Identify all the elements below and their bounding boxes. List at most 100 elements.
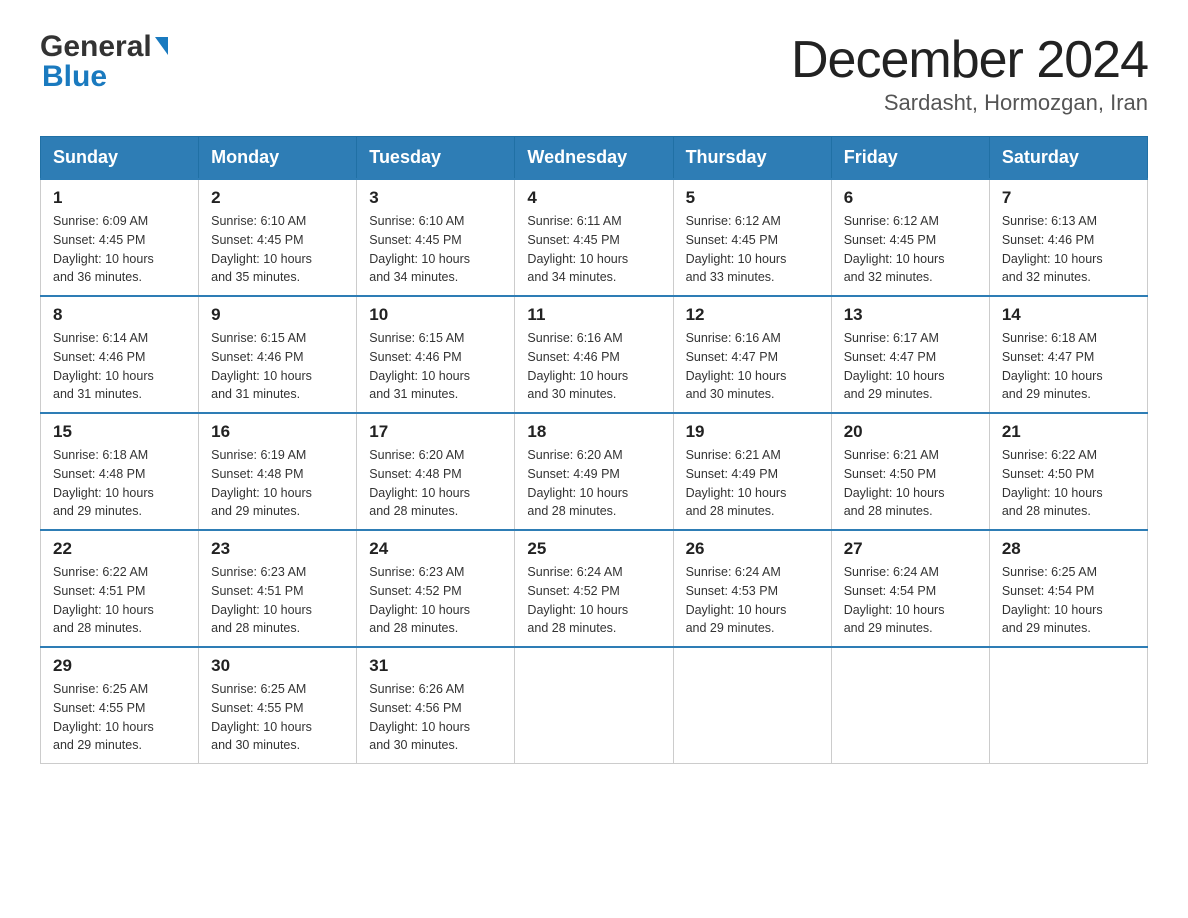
day-cell: 20 Sunrise: 6:21 AM Sunset: 4:50 PM Dayl… — [831, 413, 989, 530]
weekday-header-row: SundayMondayTuesdayWednesdayThursdayFrid… — [41, 137, 1148, 180]
day-info: Sunrise: 6:15 AM Sunset: 4:46 PM Dayligh… — [211, 329, 344, 404]
day-cell: 30 Sunrise: 6:25 AM Sunset: 4:55 PM Dayl… — [199, 647, 357, 764]
day-info: Sunrise: 6:25 AM Sunset: 4:55 PM Dayligh… — [53, 680, 186, 755]
day-info: Sunrise: 6:21 AM Sunset: 4:50 PM Dayligh… — [844, 446, 977, 521]
day-cell: 16 Sunrise: 6:19 AM Sunset: 4:48 PM Dayl… — [199, 413, 357, 530]
day-number: 31 — [369, 656, 502, 676]
weekday-header-sunday: Sunday — [41, 137, 199, 180]
day-cell: 17 Sunrise: 6:20 AM Sunset: 4:48 PM Dayl… — [357, 413, 515, 530]
day-number: 23 — [211, 539, 344, 559]
day-number: 2 — [211, 188, 344, 208]
day-number: 29 — [53, 656, 186, 676]
day-number: 7 — [1002, 188, 1135, 208]
day-cell: 8 Sunrise: 6:14 AM Sunset: 4:46 PM Dayli… — [41, 296, 199, 413]
day-info: Sunrise: 6:10 AM Sunset: 4:45 PM Dayligh… — [369, 212, 502, 287]
weekday-header-wednesday: Wednesday — [515, 137, 673, 180]
day-info: Sunrise: 6:25 AM Sunset: 4:54 PM Dayligh… — [1002, 563, 1135, 638]
day-number: 1 — [53, 188, 186, 208]
day-cell: 4 Sunrise: 6:11 AM Sunset: 4:45 PM Dayli… — [515, 179, 673, 296]
day-number: 5 — [686, 188, 819, 208]
day-cell: 9 Sunrise: 6:15 AM Sunset: 4:46 PM Dayli… — [199, 296, 357, 413]
day-number: 4 — [527, 188, 660, 208]
day-info: Sunrise: 6:21 AM Sunset: 4:49 PM Dayligh… — [686, 446, 819, 521]
day-info: Sunrise: 6:18 AM Sunset: 4:48 PM Dayligh… — [53, 446, 186, 521]
day-cell — [831, 647, 989, 764]
weekday-header-monday: Monday — [199, 137, 357, 180]
day-number: 8 — [53, 305, 186, 325]
day-number: 15 — [53, 422, 186, 442]
day-number: 9 — [211, 305, 344, 325]
week-row-5: 29 Sunrise: 6:25 AM Sunset: 4:55 PM Dayl… — [41, 647, 1148, 764]
day-cell: 11 Sunrise: 6:16 AM Sunset: 4:46 PM Dayl… — [515, 296, 673, 413]
day-cell: 2 Sunrise: 6:10 AM Sunset: 4:45 PM Dayli… — [199, 179, 357, 296]
logo-blue: Blue — [40, 60, 107, 94]
day-cell: 26 Sunrise: 6:24 AM Sunset: 4:53 PM Dayl… — [673, 530, 831, 647]
day-cell — [673, 647, 831, 764]
day-number: 6 — [844, 188, 977, 208]
logo: General Blue — [40, 30, 168, 94]
day-cell: 27 Sunrise: 6:24 AM Sunset: 4:54 PM Dayl… — [831, 530, 989, 647]
day-info: Sunrise: 6:22 AM Sunset: 4:50 PM Dayligh… — [1002, 446, 1135, 521]
day-number: 18 — [527, 422, 660, 442]
day-info: Sunrise: 6:23 AM Sunset: 4:51 PM Dayligh… — [211, 563, 344, 638]
weekday-header-friday: Friday — [831, 137, 989, 180]
day-info: Sunrise: 6:13 AM Sunset: 4:46 PM Dayligh… — [1002, 212, 1135, 287]
day-info: Sunrise: 6:19 AM Sunset: 4:48 PM Dayligh… — [211, 446, 344, 521]
day-cell: 18 Sunrise: 6:20 AM Sunset: 4:49 PM Dayl… — [515, 413, 673, 530]
weekday-header-tuesday: Tuesday — [357, 137, 515, 180]
location-subtitle: Sardasht, Hormozgan, Iran — [791, 90, 1148, 116]
day-number: 3 — [369, 188, 502, 208]
day-number: 25 — [527, 539, 660, 559]
logo-triangle-icon — [155, 37, 168, 55]
day-info: Sunrise: 6:09 AM Sunset: 4:45 PM Dayligh… — [53, 212, 186, 287]
day-cell: 5 Sunrise: 6:12 AM Sunset: 4:45 PM Dayli… — [673, 179, 831, 296]
weekday-header-thursday: Thursday — [673, 137, 831, 180]
day-cell: 13 Sunrise: 6:17 AM Sunset: 4:47 PM Dayl… — [831, 296, 989, 413]
day-info: Sunrise: 6:12 AM Sunset: 4:45 PM Dayligh… — [844, 212, 977, 287]
day-number: 16 — [211, 422, 344, 442]
day-cell: 7 Sunrise: 6:13 AM Sunset: 4:46 PM Dayli… — [989, 179, 1147, 296]
day-info: Sunrise: 6:24 AM Sunset: 4:52 PM Dayligh… — [527, 563, 660, 638]
day-info: Sunrise: 6:20 AM Sunset: 4:48 PM Dayligh… — [369, 446, 502, 521]
day-cell: 12 Sunrise: 6:16 AM Sunset: 4:47 PM Dayl… — [673, 296, 831, 413]
day-info: Sunrise: 6:24 AM Sunset: 4:54 PM Dayligh… — [844, 563, 977, 638]
week-row-1: 1 Sunrise: 6:09 AM Sunset: 4:45 PM Dayli… — [41, 179, 1148, 296]
day-number: 30 — [211, 656, 344, 676]
header: General Blue December 2024 Sardasht, Hor… — [40, 30, 1148, 116]
day-cell: 31 Sunrise: 6:26 AM Sunset: 4:56 PM Dayl… — [357, 647, 515, 764]
day-info: Sunrise: 6:10 AM Sunset: 4:45 PM Dayligh… — [211, 212, 344, 287]
title-area: December 2024 Sardasht, Hormozgan, Iran — [791, 30, 1148, 116]
day-cell: 14 Sunrise: 6:18 AM Sunset: 4:47 PM Dayl… — [989, 296, 1147, 413]
day-cell: 24 Sunrise: 6:23 AM Sunset: 4:52 PM Dayl… — [357, 530, 515, 647]
day-number: 24 — [369, 539, 502, 559]
day-cell: 1 Sunrise: 6:09 AM Sunset: 4:45 PM Dayli… — [41, 179, 199, 296]
day-number: 21 — [1002, 422, 1135, 442]
day-cell: 15 Sunrise: 6:18 AM Sunset: 4:48 PM Dayl… — [41, 413, 199, 530]
week-row-2: 8 Sunrise: 6:14 AM Sunset: 4:46 PM Dayli… — [41, 296, 1148, 413]
day-number: 28 — [1002, 539, 1135, 559]
day-number: 17 — [369, 422, 502, 442]
month-title: December 2024 — [791, 30, 1148, 90]
day-number: 26 — [686, 539, 819, 559]
day-info: Sunrise: 6:15 AM Sunset: 4:46 PM Dayligh… — [369, 329, 502, 404]
day-number: 12 — [686, 305, 819, 325]
day-cell: 21 Sunrise: 6:22 AM Sunset: 4:50 PM Dayl… — [989, 413, 1147, 530]
day-info: Sunrise: 6:11 AM Sunset: 4:45 PM Dayligh… — [527, 212, 660, 287]
day-number: 27 — [844, 539, 977, 559]
day-info: Sunrise: 6:16 AM Sunset: 4:47 PM Dayligh… — [686, 329, 819, 404]
day-info: Sunrise: 6:26 AM Sunset: 4:56 PM Dayligh… — [369, 680, 502, 755]
day-cell: 3 Sunrise: 6:10 AM Sunset: 4:45 PM Dayli… — [357, 179, 515, 296]
day-cell — [515, 647, 673, 764]
day-info: Sunrise: 6:17 AM Sunset: 4:47 PM Dayligh… — [844, 329, 977, 404]
day-info: Sunrise: 6:14 AM Sunset: 4:46 PM Dayligh… — [53, 329, 186, 404]
logo-general: General — [40, 30, 152, 64]
day-info: Sunrise: 6:22 AM Sunset: 4:51 PM Dayligh… — [53, 563, 186, 638]
day-number: 14 — [1002, 305, 1135, 325]
day-cell: 22 Sunrise: 6:22 AM Sunset: 4:51 PM Dayl… — [41, 530, 199, 647]
day-number: 13 — [844, 305, 977, 325]
day-info: Sunrise: 6:18 AM Sunset: 4:47 PM Dayligh… — [1002, 329, 1135, 404]
day-number: 22 — [53, 539, 186, 559]
day-info: Sunrise: 6:20 AM Sunset: 4:49 PM Dayligh… — [527, 446, 660, 521]
day-cell: 6 Sunrise: 6:12 AM Sunset: 4:45 PM Dayli… — [831, 179, 989, 296]
day-number: 20 — [844, 422, 977, 442]
